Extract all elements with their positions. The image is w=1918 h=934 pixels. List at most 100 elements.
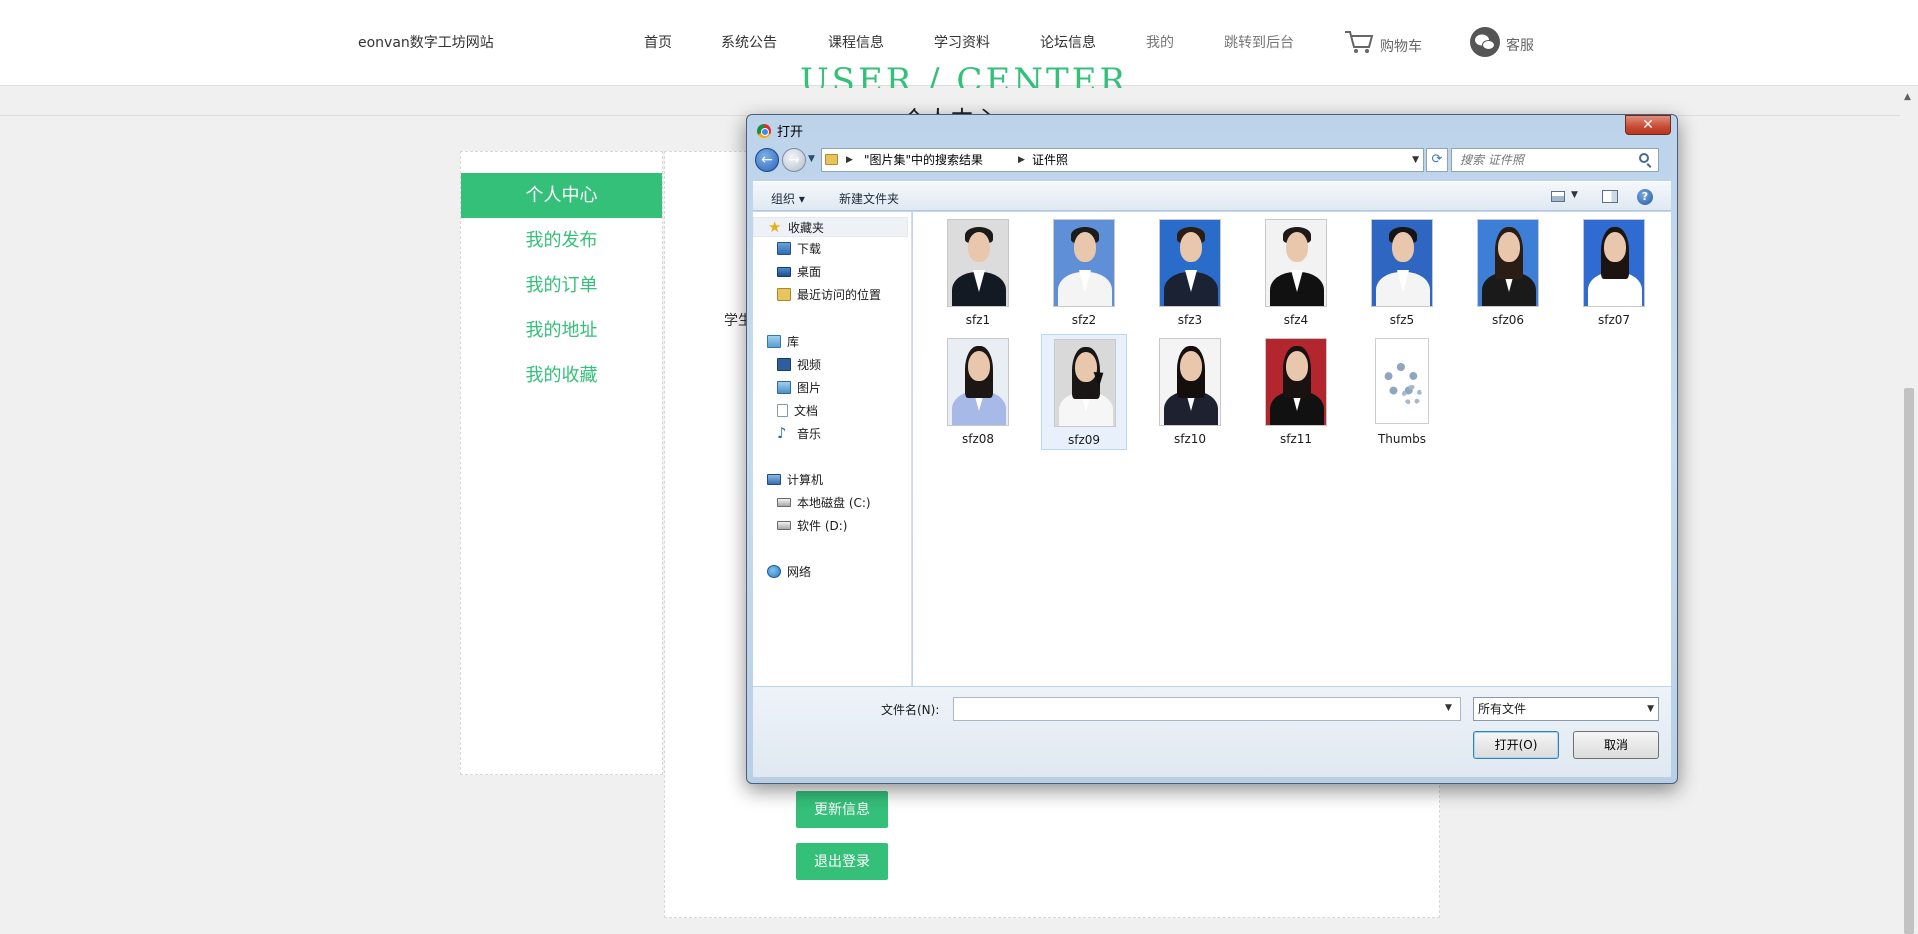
file-item[interactable]: sfz06: [1465, 215, 1551, 331]
portrait-face: [1392, 232, 1414, 262]
file-item[interactable]: Thumbs: [1359, 334, 1445, 450]
address-bar[interactable]: ▶ "图片集"中的搜索结果 ▶ 证件照 ▼: [821, 148, 1424, 172]
dialog-close-button[interactable]: ✕: [1625, 115, 1671, 135]
dialog-titlebar: 打开: [757, 121, 803, 140]
chevron-down-icon[interactable]: ▼: [1571, 190, 1578, 200]
tree-music[interactable]: ♪ 音乐: [777, 425, 821, 442]
nav-mine[interactable]: 我的: [1146, 32, 1174, 52]
search-icon[interactable]: [1639, 153, 1649, 163]
breadcrumb-id-photos[interactable]: 证件照: [1032, 149, 1068, 171]
portrait-face: [968, 351, 990, 381]
tree-recent[interactable]: 最近访问的位置: [777, 286, 881, 303]
tree-videos[interactable]: 视频: [777, 356, 821, 373]
file-name: sfz11: [1279, 432, 1313, 446]
nav-forum[interactable]: 论坛信息: [1040, 32, 1096, 52]
tree-documents[interactable]: 文档: [777, 402, 818, 419]
file-type-select[interactable]: 所有文件 ▼: [1473, 697, 1659, 721]
file-item[interactable]: sfz08: [935, 334, 1021, 450]
desktop-icon: [777, 266, 791, 277]
file-name: sfz4: [1283, 313, 1309, 327]
sidebar-item-orders[interactable]: 我的订单: [461, 263, 662, 308]
view-options-icon[interactable]: [1551, 191, 1565, 202]
tree-label: 最近访问的位置: [797, 288, 882, 302]
tree-network[interactable]: 网络: [767, 563, 811, 580]
cancel-button[interactable]: 取消: [1573, 731, 1659, 759]
photo-thumbnail: [1265, 219, 1327, 307]
file-name: sfz09: [1067, 433, 1101, 447]
breadcrumb-search-results[interactable]: "图片集"中的搜索结果: [864, 149, 983, 171]
tree-drive-d[interactable]: 软件 (D:): [777, 517, 847, 534]
open-button[interactable]: 打开(O): [1473, 731, 1559, 759]
file-open-dialog: 打开 ✕ ← → ▼ ▶ "图片集"中的搜索结果 ▶ 证件照 ▼ ⟳ 组织 ▾ …: [746, 114, 1678, 784]
organize-button[interactable]: 组织 ▾: [771, 190, 805, 207]
user-sidebar: 个人中心 我的发布 我的订单 我的地址 我的收藏: [460, 151, 663, 775]
tree-libraries[interactable]: 库: [767, 333, 799, 350]
filename-dropdown-icon[interactable]: ▼: [1445, 703, 1452, 713]
update-info-button[interactable]: 更新信息: [796, 791, 888, 828]
scrollbar-thumb[interactable]: [1904, 388, 1914, 934]
filename-input[interactable]: [953, 697, 1461, 721]
portrait-face: [1498, 232, 1520, 262]
address-dropdown-icon[interactable]: ▼: [1412, 149, 1419, 171]
nav-announcements[interactable]: 系统公告: [721, 32, 777, 52]
gear-icon: [1402, 385, 1422, 405]
videos-icon: [777, 358, 791, 371]
nav-home[interactable]: 首页: [644, 32, 672, 52]
photo-thumbnail: [1583, 219, 1645, 307]
chevron-down-icon: ▼: [1647, 704, 1654, 714]
tree-desktop[interactable]: 桌面: [777, 263, 821, 280]
tree-label: 图片: [797, 381, 822, 395]
sidebar-item-profile[interactable]: 个人中心: [461, 173, 662, 218]
tree-pictures[interactable]: 图片: [777, 379, 821, 396]
portrait-face: [968, 232, 990, 262]
file-item[interactable]: sfz3: [1147, 215, 1233, 331]
logout-button[interactable]: 退出登录: [796, 843, 888, 880]
dialog-title: 打开: [777, 125, 804, 140]
new-folder-button[interactable]: 新建文件夹: [839, 190, 899, 207]
sidebar-item-posts[interactable]: 我的发布: [461, 218, 662, 263]
photo-thumbnail: [1371, 219, 1433, 307]
navigation-pane: ★ 收藏夹 下载 桌面 最近访问的位置 库 视频 图片 文档 ♪ 音乐 计算机 …: [753, 212, 912, 686]
nav-materials[interactable]: 学习资料: [934, 32, 990, 52]
nav-cart[interactable]: 购物车: [1344, 28, 1422, 56]
nav-courses[interactable]: 课程信息: [828, 32, 884, 52]
history-dropdown-icon[interactable]: ▼: [808, 154, 815, 164]
photo-thumbnail: [947, 338, 1009, 426]
scroll-up-icon[interactable]: ▲: [1904, 92, 1911, 102]
chevron-right-icon[interactable]: ▶: [846, 149, 853, 171]
preview-pane-icon[interactable]: [1602, 190, 1618, 203]
file-item[interactable]: sfz09: [1041, 334, 1127, 450]
computer-icon: [767, 474, 781, 485]
file-item[interactable]: sfz11: [1253, 334, 1339, 450]
file-type-value: 所有文件: [1478, 702, 1527, 716]
back-button[interactable]: ←: [755, 148, 779, 172]
photo-thumbnail: [1053, 219, 1115, 307]
forward-button[interactable]: →: [782, 148, 806, 172]
tree-computer[interactable]: 计算机: [767, 471, 823, 488]
file-item[interactable]: sfz2: [1041, 215, 1127, 331]
network-icon: [767, 565, 781, 578]
help-icon[interactable]: ?: [1637, 189, 1653, 205]
tree-favorites[interactable]: ★ 收藏夹: [753, 217, 908, 237]
file-item[interactable]: sfz07: [1571, 215, 1657, 331]
file-item[interactable]: sfz1: [935, 215, 1021, 331]
refresh-button[interactable]: ⟳: [1426, 148, 1448, 172]
tree-label: 音乐: [797, 427, 822, 441]
tree-downloads[interactable]: 下载: [777, 240, 821, 257]
chevron-right-icon[interactable]: ▶: [1018, 149, 1025, 171]
sidebar-item-favorites[interactable]: 我的收藏: [461, 353, 662, 398]
search-input[interactable]: [1451, 148, 1659, 172]
page-scrollbar[interactable]: ▲: [1900, 86, 1918, 934]
tree-label: 收藏夹: [788, 220, 825, 235]
wechat-icon: [1470, 27, 1500, 57]
nav-admin[interactable]: 跳转到后台: [1224, 32, 1294, 52]
file-item[interactable]: sfz5: [1359, 215, 1445, 331]
sidebar-item-address[interactable]: 我的地址: [461, 308, 662, 353]
site-brand[interactable]: eonvan数字工坊网站: [358, 32, 494, 52]
tree-drive-c[interactable]: 本地磁盘 (C:): [777, 494, 871, 511]
documents-icon: [777, 404, 788, 417]
photo-thumbnail: [1159, 219, 1221, 307]
file-item[interactable]: sfz4: [1253, 215, 1339, 331]
nav-service[interactable]: 客服: [1470, 27, 1534, 57]
file-item[interactable]: sfz10: [1147, 334, 1233, 450]
